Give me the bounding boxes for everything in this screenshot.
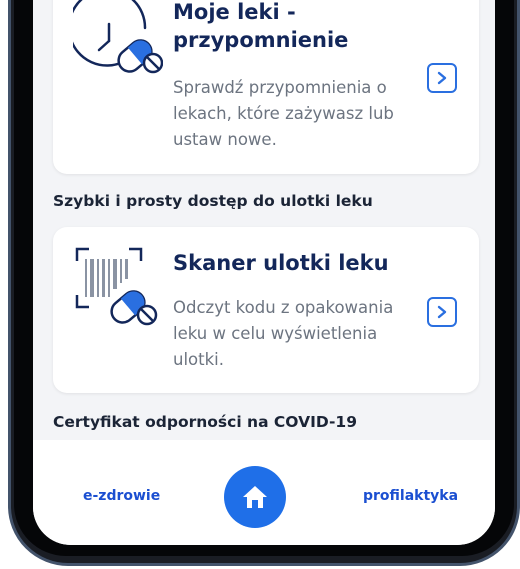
clock-pill-icon xyxy=(67,0,164,80)
scanner-section-heading: Szybki i prosty dostęp do ulotki leku xyxy=(53,192,373,210)
card-description-line3: ustaw nowe. xyxy=(173,130,277,149)
home-icon xyxy=(243,486,267,508)
leaflet-scanner-card[interactable]: Skaner ulotki leku Odczyt kodu z opakowa… xyxy=(53,227,479,393)
chevron-right-icon xyxy=(437,71,447,85)
bottom-navigation: e-zdrowie profilaktyka xyxy=(33,440,495,545)
medication-reminder-card[interactable]: Moje leki - przypomnienie Sprawdź przypo… xyxy=(53,0,479,174)
chevron-right-icon xyxy=(437,305,447,319)
card-description-line2: lekach, które zażywasz lub xyxy=(173,104,394,123)
home-button[interactable] xyxy=(224,466,286,528)
card-title-line1: Moje leki - xyxy=(173,0,296,24)
card-description-line1: Odczyt kodu z opakowania xyxy=(173,298,394,317)
nav-e-zdrowie[interactable]: e-zdrowie xyxy=(83,488,160,504)
barcode-pill-icon xyxy=(73,245,163,331)
app-screen: Moje leki - przypomnienie Sprawdź przypo… xyxy=(33,0,495,545)
open-scanner-button[interactable] xyxy=(427,297,457,327)
open-reminders-button[interactable] xyxy=(427,63,457,93)
card-description-line1: Sprawdź przypomnienia o xyxy=(173,78,387,97)
nav-profilaktyka[interactable]: profilaktyka xyxy=(363,488,458,504)
card-description-line3: ulotki. xyxy=(173,350,224,369)
card-title: Skaner ulotki leku xyxy=(173,251,389,275)
covid-section-heading: Certyfikat odporności na COVID-19 xyxy=(53,413,357,431)
card-description-line2: leku w celu wyświetlenia xyxy=(173,324,378,343)
card-title-line2: przypomnienie xyxy=(173,28,349,52)
